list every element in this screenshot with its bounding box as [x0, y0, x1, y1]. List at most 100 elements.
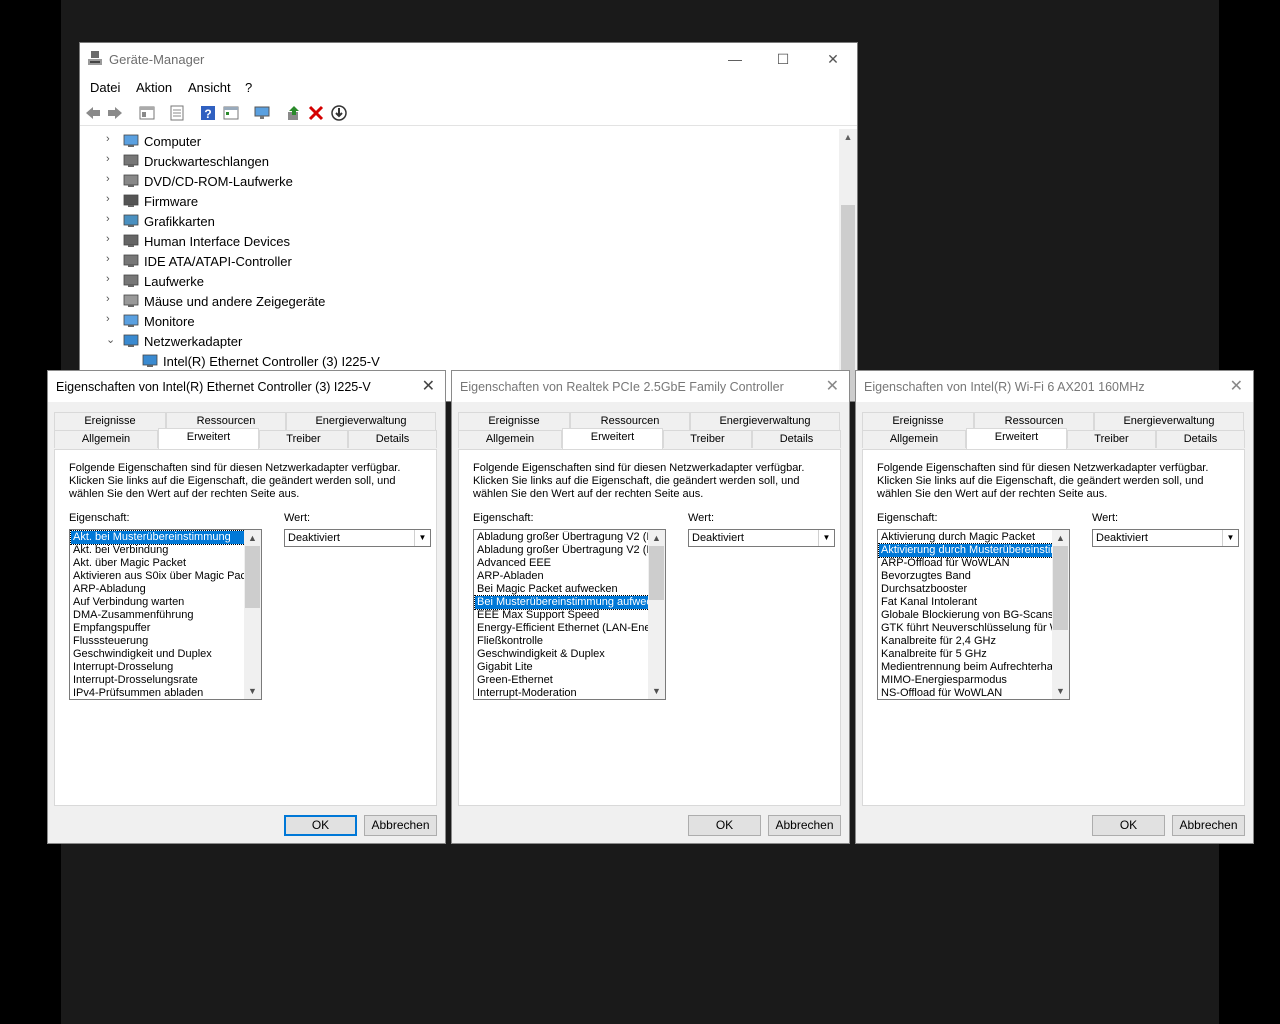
scroll-thumb[interactable]: [1053, 546, 1068, 630]
list-item[interactable]: Akt. bei Verbindung: [71, 544, 245, 557]
list-item[interactable]: Fließkontrolle: [475, 635, 649, 648]
tab-allgemein[interactable]: Allgemein: [862, 430, 966, 448]
list-item[interactable]: Akt. über Magic Packet: [71, 557, 245, 570]
scroll-down-arrow-icon[interactable]: ▼: [648, 683, 665, 699]
tab-erweitert[interactable]: Erweitert: [562, 428, 663, 449]
list-item[interactable]: Empfangspuffer: [71, 622, 245, 635]
scroll-up-arrow-icon[interactable]: ▲: [1052, 530, 1069, 546]
tree-item[interactable]: › Laufwerke: [80, 271, 820, 291]
tab-treiber[interactable]: Treiber: [1067, 430, 1156, 448]
download-icon[interactable]: [330, 104, 348, 122]
list-item[interactable]: Aktivierung durch Musterübereinstimmung: [878, 543, 1054, 558]
property-list[interactable]: Aktivierung durch Magic Packet Aktivierun…: [877, 529, 1070, 700]
list-item[interactable]: EEE Max Support Speed: [475, 609, 649, 622]
chevron-right-icon[interactable]: ›: [106, 193, 116, 205]
ok-button[interactable]: OK: [1092, 815, 1165, 836]
menu-aktion[interactable]: Aktion: [136, 80, 172, 95]
value-select[interactable]: Deaktiviert ▼: [1092, 529, 1239, 547]
close-icon[interactable]: ✕: [826, 376, 839, 396]
tab-energieverwaltung[interactable]: Energieverwaltung: [286, 412, 436, 430]
list-item[interactable]: Bei Musterübereinstimmung aufweck: [474, 595, 650, 610]
update-driver-icon[interactable]: [285, 104, 303, 122]
minimize-button[interactable]: —: [712, 43, 758, 75]
tab-erweitert[interactable]: Erweitert: [158, 428, 259, 449]
chevron-right-icon[interactable]: ›: [106, 253, 116, 265]
tree-item[interactable]: › Computer: [80, 131, 820, 151]
menu-datei[interactable]: Datei: [90, 80, 120, 95]
chevron-right-icon[interactable]: ›: [106, 273, 116, 285]
scroll-up-arrow-icon[interactable]: ▲: [244, 530, 261, 546]
list-item[interactable]: Aktivierung durch Magic Packet: [879, 531, 1053, 544]
list-item[interactable]: Fat Kanal Intolerant: [879, 596, 1053, 609]
tab-allgemein[interactable]: Allgemein: [458, 430, 562, 448]
list-item[interactable]: Interrupt-Moderation: [475, 687, 649, 699]
list-scrollbar[interactable]: ▲ ▼: [648, 530, 665, 699]
view-icon[interactable]: [138, 104, 156, 122]
tab-treiber[interactable]: Treiber: [259, 430, 348, 448]
list-item[interactable]: Green-Ethernet: [475, 674, 649, 687]
list-item[interactable]: Advanced EEE: [475, 557, 649, 570]
list-item[interactable]: Interrupt-Drosselungsrate: [71, 674, 245, 687]
list-item[interactable]: Energy-Efficient Ethernet (LAN-Ener: [475, 622, 649, 635]
list-item[interactable]: Flusssteuerung: [71, 635, 245, 648]
chevron-right-icon[interactable]: ›: [106, 133, 116, 145]
dialog-title-bar[interactable]: Eigenschaften von Realtek PCIe 2.5GbE Fa…: [452, 371, 849, 402]
tree-item[interactable]: › Firmware: [80, 191, 820, 211]
menu-ansicht[interactable]: Ansicht: [188, 80, 231, 95]
title-bar[interactable]: Geräte-Manager — ☐ ✕: [80, 43, 857, 75]
tree-item[interactable]: › IDE ATA/ATAPI-Controller: [80, 251, 820, 271]
chevron-down-icon[interactable]: ▼: [1222, 530, 1238, 546]
scroll-down-arrow-icon[interactable]: ▼: [1052, 683, 1069, 699]
close-icon[interactable]: ✕: [1230, 376, 1243, 396]
dialog-title-bar[interactable]: Eigenschaften von Intel(R) Wi-Fi 6 AX201…: [856, 371, 1253, 402]
property-list[interactable]: Akt. bei Musterübereinstimmung Akt. bei V…: [69, 529, 262, 700]
list-item[interactable]: MIMO-Energiesparmodus: [879, 674, 1053, 687]
list-item[interactable]: Kanalbreite für 5 GHz: [879, 648, 1053, 661]
scroll-thumb[interactable]: [649, 546, 664, 600]
tree-item[interactable]: › Human Interface Devices: [80, 231, 820, 251]
dialog-title-bar[interactable]: Eigenschaften von Intel(R) Ethernet Cont…: [48, 371, 445, 402]
tree-item[interactable]: › Mäuse und andere Zeigegeräte: [80, 291, 820, 311]
tab-ereignisse[interactable]: Ereignisse: [458, 412, 570, 430]
chevron-right-icon[interactable]: ›: [106, 313, 116, 325]
tree-item[interactable]: › DVD/CD-ROM-Laufwerke: [80, 171, 820, 191]
list-item[interactable]: ARP-Abladung: [71, 583, 245, 596]
cancel-button[interactable]: Abbrechen: [364, 815, 437, 836]
list-item[interactable]: Durchsatzbooster: [879, 583, 1053, 596]
tab-ereignisse[interactable]: Ereignisse: [54, 412, 166, 430]
tab-energieverwaltung[interactable]: Energieverwaltung: [1094, 412, 1244, 430]
list-scrollbar[interactable]: ▲ ▼: [1052, 530, 1069, 699]
chevron-right-icon[interactable]: ›: [106, 173, 116, 185]
tab-energieverwaltung[interactable]: Energieverwaltung: [690, 412, 840, 430]
uninstall-icon[interactable]: [307, 104, 325, 122]
tab-allgemein[interactable]: Allgemein: [54, 430, 158, 448]
ok-button[interactable]: OK: [688, 815, 761, 836]
tree-item[interactable]: ⌄ Netzwerkadapter: [80, 331, 820, 351]
list-item[interactable]: NS-Offload für WoWLAN: [879, 687, 1053, 699]
scroll-up-arrow-icon[interactable]: ▲: [839, 129, 857, 146]
chevron-right-icon[interactable]: ›: [106, 233, 116, 245]
list-item[interactable]: Auf Verbindung warten: [71, 596, 245, 609]
tab-treiber[interactable]: Treiber: [663, 430, 752, 448]
chevron-right-icon[interactable]: ›: [106, 293, 116, 305]
chevron-right-icon[interactable]: ›: [106, 153, 116, 165]
list-item[interactable]: Geschwindigkeit und Duplex: [71, 648, 245, 661]
device-tree[interactable]: › Computer › Druckwarteschlangen › DVD/CD-ROM…: [80, 129, 839, 401]
cancel-button[interactable]: Abbrechen: [1172, 815, 1245, 836]
chevron-right-icon[interactable]: ›: [106, 213, 116, 225]
tree-item[interactable]: › Monitore: [80, 311, 820, 331]
value-select[interactable]: Deaktiviert ▼: [284, 529, 431, 547]
forward-arrow-icon[interactable]: [106, 104, 124, 122]
list-item[interactable]: Bei Magic Packet aufwecken: [475, 583, 649, 596]
list-item[interactable]: Geschwindigkeit & Duplex: [475, 648, 649, 661]
chevron-down-icon[interactable]: ▼: [818, 530, 834, 546]
list-item[interactable]: ARP-Abladen: [475, 570, 649, 583]
maximize-button[interactable]: ☐: [760, 43, 806, 75]
list-item[interactable]: Medientrennung beim Aufrechterhalt: [879, 661, 1053, 674]
list-item[interactable]: IPv4-Prüfsummen abladen: [71, 687, 245, 699]
list-item[interactable]: DMA-Zusammenführung: [71, 609, 245, 622]
tree-item[interactable]: › Druckwarteschlangen: [80, 151, 820, 171]
help-icon[interactable]: ?: [199, 104, 217, 122]
list-item[interactable]: Akt. bei Musterübereinstimmung: [70, 530, 246, 545]
chevron-down-icon[interactable]: ▼: [414, 530, 430, 546]
